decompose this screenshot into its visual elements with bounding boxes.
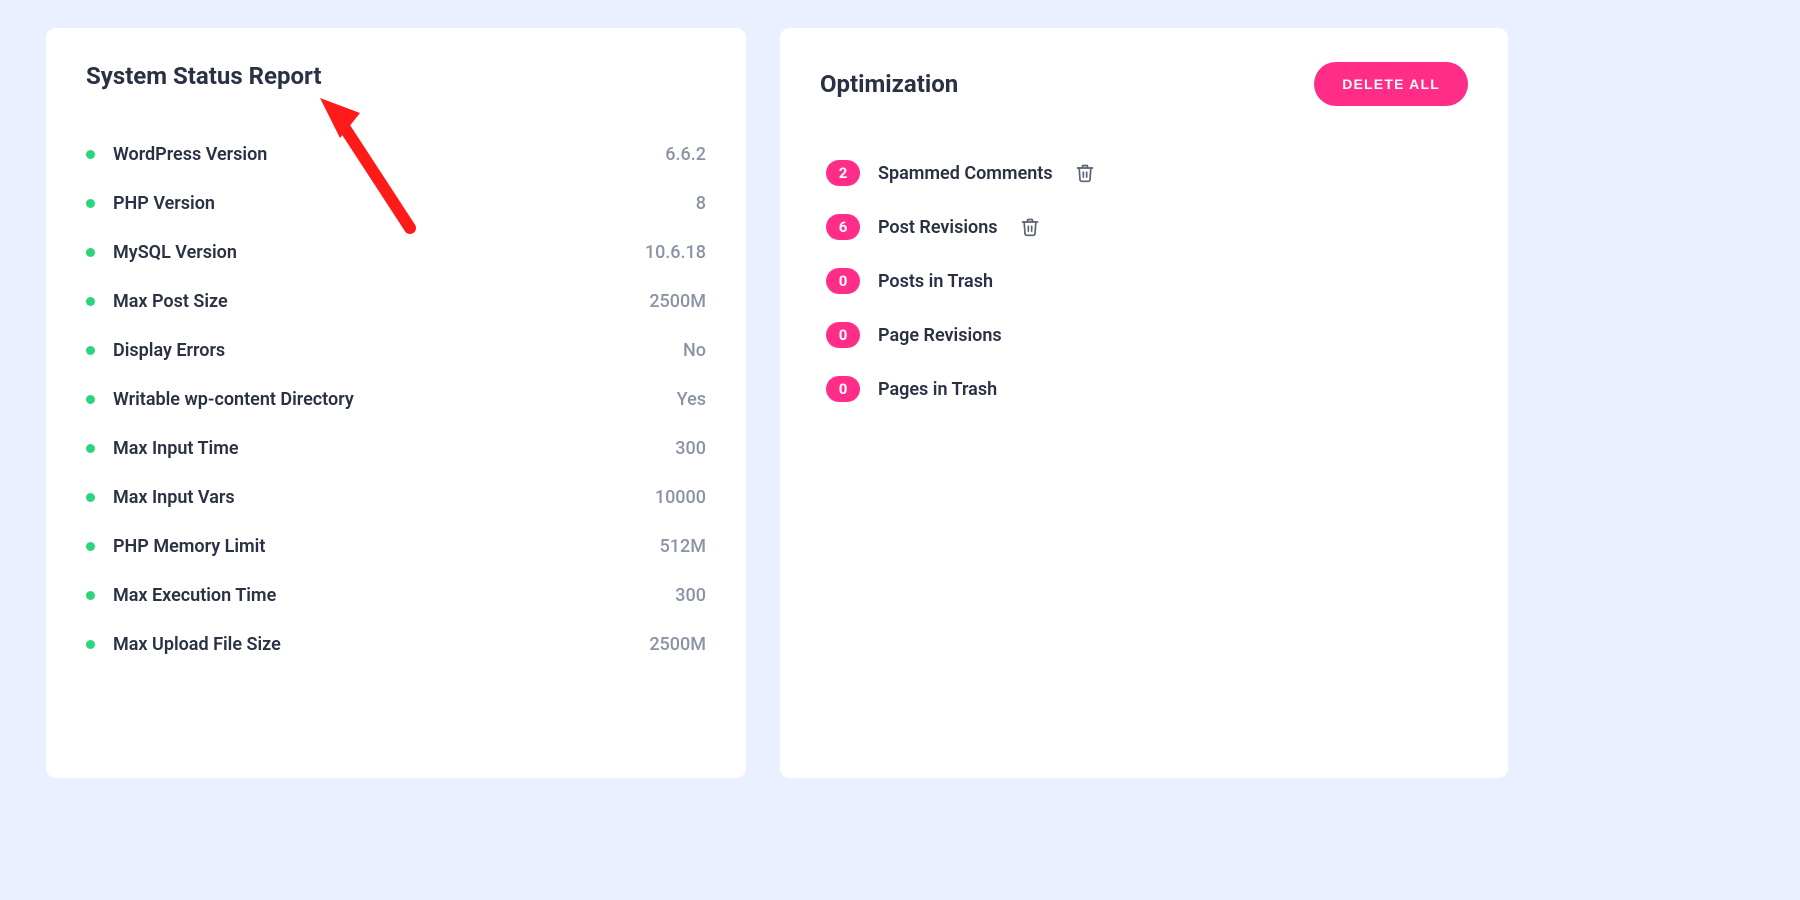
status-ok-dot-icon <box>86 591 95 600</box>
status-value: 10000 <box>655 487 706 508</box>
count-badge: 0 <box>826 376 860 402</box>
optimization-list: 2 Spammed Comments 6 Post Revisions 0 Po… <box>820 146 1468 416</box>
status-ok-dot-icon <box>86 248 95 257</box>
status-value: No <box>683 340 706 361</box>
optimization-row: 0 Posts in Trash <box>826 254 1468 308</box>
status-value: 10.6.18 <box>645 242 706 263</box>
status-row: PHP Version 8 <box>86 179 706 228</box>
status-value: Yes <box>677 389 706 410</box>
status-ok-dot-icon <box>86 493 95 502</box>
status-value: 300 <box>675 585 706 606</box>
status-label: Writable wp-content Directory <box>113 389 354 410</box>
status-label: Max Upload File Size <box>113 634 281 655</box>
status-ok-dot-icon <box>86 297 95 306</box>
status-row: Max Post Size 2500M <box>86 277 706 326</box>
system-status-card: System Status Report WordPress Version 6… <box>46 28 746 778</box>
status-label: Max Input Vars <box>113 487 235 508</box>
optimization-label: Posts in Trash <box>878 271 993 292</box>
status-label: Max Post Size <box>113 291 228 312</box>
status-ok-dot-icon <box>86 542 95 551</box>
optimization-title: Optimization <box>820 70 958 98</box>
status-value: 8 <box>696 193 706 214</box>
count-badge: 6 <box>826 214 860 240</box>
status-row: MySQL Version 10.6.18 <box>86 228 706 277</box>
status-ok-dot-icon <box>86 640 95 649</box>
status-label: PHP Memory Limit <box>113 536 265 557</box>
status-label: Max Execution Time <box>113 585 276 606</box>
optimization-row: 0 Pages in Trash <box>826 362 1468 416</box>
status-label: MySQL Version <box>113 242 237 263</box>
status-label: Display Errors <box>113 340 225 361</box>
status-row: WordPress Version 6.6.2 <box>86 130 706 179</box>
status-label: PHP Version <box>113 193 215 214</box>
status-row: Max Upload File Size 2500M <box>86 620 706 669</box>
status-value: 512M <box>660 536 706 557</box>
status-ok-dot-icon <box>86 395 95 404</box>
status-ok-dot-icon <box>86 444 95 453</box>
optimization-label: Pages in Trash <box>878 379 997 400</box>
trash-icon[interactable] <box>1075 163 1095 183</box>
optimization-row: 2 Spammed Comments <box>826 146 1468 200</box>
delete-all-button[interactable]: DELETE ALL <box>1314 62 1468 106</box>
optimization-row: 6 Post Revisions <box>826 200 1468 254</box>
optimization-label: Spammed Comments <box>878 163 1053 184</box>
status-row: PHP Memory Limit 512M <box>86 522 706 571</box>
system-status-title: System Status Report <box>86 62 706 90</box>
status-row: Max Input Vars 10000 <box>86 473 706 522</box>
count-badge: 0 <box>826 322 860 348</box>
status-row: Max Execution Time 300 <box>86 571 706 620</box>
count-badge: 0 <box>826 268 860 294</box>
optimization-label: Post Revisions <box>878 217 998 238</box>
status-value: 2500M <box>649 634 706 655</box>
optimization-card: Optimization DELETE ALL 2 Spammed Commen… <box>780 28 1508 778</box>
status-ok-dot-icon <box>86 199 95 208</box>
status-value: 300 <box>675 438 706 459</box>
trash-icon[interactable] <box>1020 217 1040 237</box>
status-row: Display Errors No <box>86 326 706 375</box>
status-ok-dot-icon <box>86 346 95 355</box>
status-label: WordPress Version <box>113 144 267 165</box>
optimization-label: Page Revisions <box>878 325 1002 346</box>
status-list: WordPress Version 6.6.2 PHP Version 8 My… <box>86 130 706 669</box>
status-row: Max Input Time 300 <box>86 424 706 473</box>
status-value: 6.6.2 <box>665 144 706 165</box>
optimization-row: 0 Page Revisions <box>826 308 1468 362</box>
status-ok-dot-icon <box>86 150 95 159</box>
status-row: Writable wp-content Directory Yes <box>86 375 706 424</box>
count-badge: 2 <box>826 160 860 186</box>
status-value: 2500M <box>649 291 706 312</box>
status-label: Max Input Time <box>113 438 239 459</box>
